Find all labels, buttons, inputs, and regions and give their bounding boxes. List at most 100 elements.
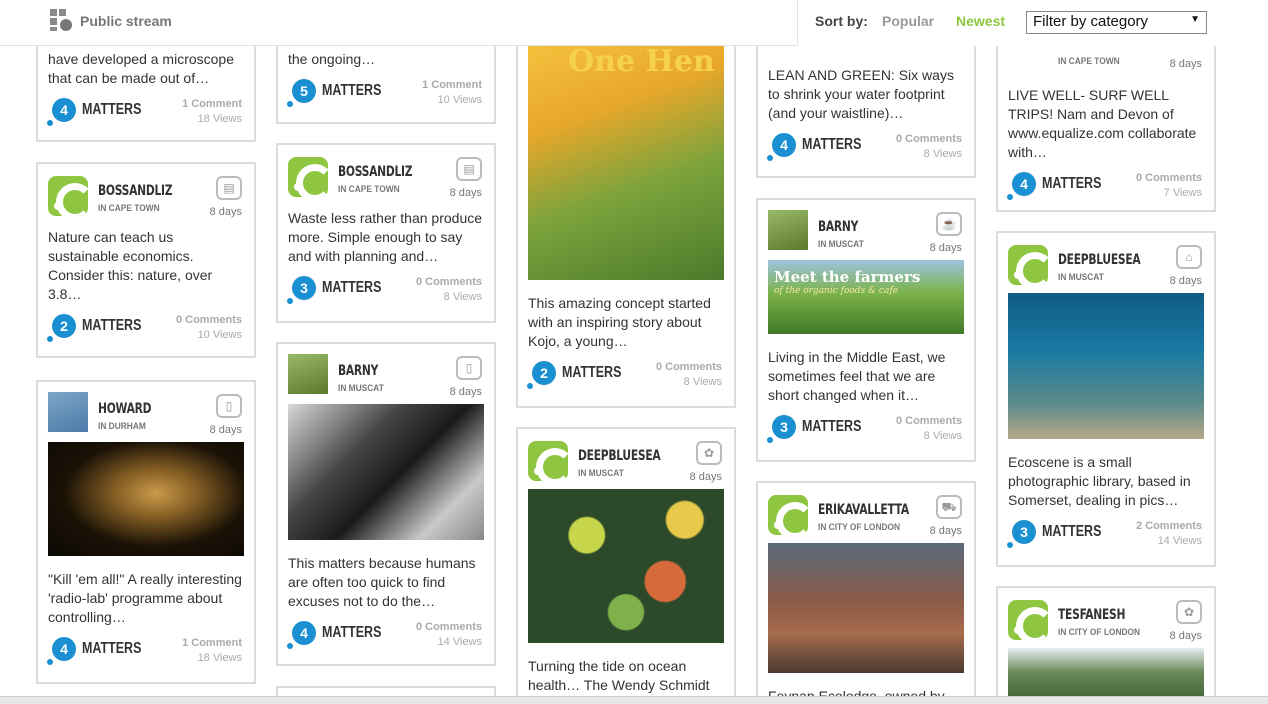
post-image[interactable] [288, 404, 484, 540]
post-text: LIVE WELL- SURF WELL TRIPS! Nam and Devo… [1008, 87, 1197, 160]
sort-popular-link[interactable]: Popular [882, 13, 934, 29]
post-card[interactable]: One Hen This amazing concept started wit… [516, 30, 736, 408]
user-avatar[interactable] [288, 157, 328, 197]
comment-count[interactable]: 0 Comments [416, 621, 482, 633]
matters-count-badge[interactable]: 4 [52, 637, 76, 661]
badge-tail [47, 336, 53, 342]
comment-count[interactable]: 0 Comments [1136, 172, 1202, 184]
category-filter-select[interactable]: Filter by category ▼ [1026, 11, 1207, 34]
hanger-icon[interactable]: ⌂ [1176, 245, 1202, 269]
post-card[interactable]: TESFANESH IN CITY OF LONDON ✿ 8 days [996, 586, 1216, 704]
user-avatar[interactable] [528, 441, 568, 481]
post-card[interactable]: IN CAPE TOWN 8 days LIVE WELL- SURF WELL… [996, 30, 1216, 212]
truck-icon[interactable]: ⛟ [936, 495, 962, 519]
post-footer: 4 MATTERS 0 Comments 8 Views [767, 129, 964, 173]
post-image[interactable]: Meet the farmers of the organic foods & … [768, 260, 964, 334]
comment-count[interactable]: 1 Comment [182, 98, 242, 110]
user-location: IN MUSCAT [578, 468, 624, 479]
user-name[interactable]: BARNY [818, 219, 858, 235]
matters-count-badge[interactable]: 3 [292, 276, 316, 300]
sort-newest-link[interactable]: Newest [956, 13, 1005, 29]
user-name[interactable]: BOSSANDLIZ [338, 164, 413, 180]
post-image[interactable] [1008, 293, 1204, 439]
post-card[interactable]: DEEPBLUESEA IN MUSCAT ⌂ 8 days Ecoscene … [996, 231, 1216, 567]
post-image[interactable] [48, 442, 244, 556]
user-name[interactable]: BARNY [338, 363, 378, 379]
post-card[interactable]: ERIKAVALLETTA IN CITY OF LONDON ⛟ 8 days… [756, 481, 976, 704]
post-card[interactable]: BARNY IN MUSCAT ☕ 8 days Meet the farmer… [756, 198, 976, 462]
matters-count-badge[interactable]: 3 [772, 415, 796, 439]
chart-icon[interactable]: ▤ [456, 157, 482, 181]
comment-count[interactable]: 2 Comments [1136, 520, 1202, 532]
post-footer: 2 MATTERS 0 Comments 8 Views [527, 357, 724, 401]
comment-count[interactable]: 0 Comments [416, 276, 482, 288]
post-image[interactable] [528, 489, 724, 643]
post-card[interactable]: BARNY IN MUSCAT ▯ 8 days This matters be… [276, 342, 496, 666]
user-avatar[interactable] [768, 210, 808, 250]
user-name[interactable]: BOSSANDLIZ [98, 183, 173, 199]
matters-count-badge[interactable]: 4 [292, 621, 316, 645]
badge-tail [767, 437, 773, 443]
post-card[interactable]: BOSSANDLIZ IN CAPE TOWN ▤ 8 days Nature … [36, 162, 256, 358]
post-image[interactable] [768, 543, 964, 673]
matters-count-badge[interactable]: 4 [52, 98, 76, 122]
user-avatar[interactable] [288, 354, 328, 394]
matters-button[interactable]: MATTERS [322, 279, 381, 297]
user-avatar[interactable] [48, 392, 88, 432]
matters-button[interactable]: MATTERS [1042, 175, 1101, 193]
matters-button[interactable]: MATTERS [82, 640, 141, 658]
leaf-icon[interactable]: ✿ [696, 441, 722, 465]
user-location: IN CAPE TOWN [1058, 56, 1120, 67]
post-card[interactable]: LEAN AND GREEN: Six ways to shrink your … [756, 30, 976, 178]
post-image[interactable]: One Hen [528, 42, 724, 280]
post-card[interactable]: BOSSANDLIZ IN CAPE TOWN ▤ 8 days Waste l… [276, 143, 496, 323]
user-name[interactable]: TESFANESH [1058, 607, 1125, 623]
matters-button[interactable]: MATTERS [82, 101, 141, 119]
comment-count[interactable]: 0 Comments [176, 314, 242, 326]
comment-count[interactable]: 0 Comments [896, 133, 962, 145]
matters-button[interactable]: MATTERS [802, 136, 861, 154]
badge-tail [47, 659, 53, 665]
matters-button[interactable]: MATTERS [322, 82, 381, 100]
matters-count-badge[interactable]: 2 [532, 361, 556, 385]
post-card[interactable]: have developed a microscope that can be … [36, 30, 256, 142]
comment-count[interactable]: 1 Comment [182, 637, 242, 649]
phone-icon[interactable]: ▯ [456, 356, 482, 380]
matters-button[interactable]: MATTERS [562, 364, 621, 382]
post-age: 8 days [209, 206, 242, 218]
matters-button[interactable]: MATTERS [82, 317, 141, 335]
badge-tail [1007, 194, 1013, 200]
matters-count-badge[interactable]: 4 [772, 133, 796, 157]
comment-count[interactable]: 1 Comment [422, 79, 482, 91]
view-count: 18 Views [197, 113, 242, 125]
matters-button[interactable]: MATTERS [322, 624, 381, 642]
cup-icon[interactable]: ☕ [936, 212, 962, 236]
post-header: IN CAPE TOWN 8 days [1008, 42, 1204, 76]
badge-tail [287, 643, 293, 649]
matters-button[interactable]: MATTERS [802, 418, 861, 436]
chart-icon[interactable]: ▤ [216, 176, 242, 200]
phone-icon[interactable]: ▯ [216, 394, 242, 418]
post-age: 8 days [209, 424, 242, 436]
user-avatar[interactable] [1008, 245, 1048, 285]
user-avatar[interactable] [768, 495, 808, 535]
user-avatar[interactable] [48, 176, 88, 216]
matters-count-badge[interactable]: 3 [1012, 520, 1036, 544]
user-name[interactable]: DEEPBLUESEA [1058, 252, 1141, 268]
user-name[interactable]: DEEPBLUESEA [578, 448, 661, 464]
post-age: 8 days [449, 187, 482, 199]
post-card[interactable]: HOWARD IN DURHAM ▯ 8 days "Kill 'em all!… [36, 380, 256, 684]
user-name[interactable]: HOWARD [98, 401, 151, 417]
leaf-icon[interactable]: ✿ [1176, 600, 1202, 624]
matters-count-badge[interactable]: 2 [52, 314, 76, 338]
user-name[interactable]: ERIKAVALLETTA [818, 502, 909, 518]
comment-count[interactable]: 0 Comments [896, 415, 962, 427]
matters-count-badge[interactable]: 4 [1012, 172, 1036, 196]
post-header: BARNY IN MUSCAT ▯ 8 days [288, 354, 484, 398]
comment-count[interactable]: 0 Comments [656, 361, 722, 373]
matters-count-badge[interactable]: 5 [292, 79, 316, 103]
post-card[interactable]: DEEPBLUESEA IN MUSCAT ✿ 8 days Turning t… [516, 427, 736, 704]
matters-button[interactable]: MATTERS [1042, 523, 1101, 541]
user-location: IN CITY OF LONDON [1058, 627, 1141, 638]
user-avatar[interactable] [1008, 600, 1048, 640]
